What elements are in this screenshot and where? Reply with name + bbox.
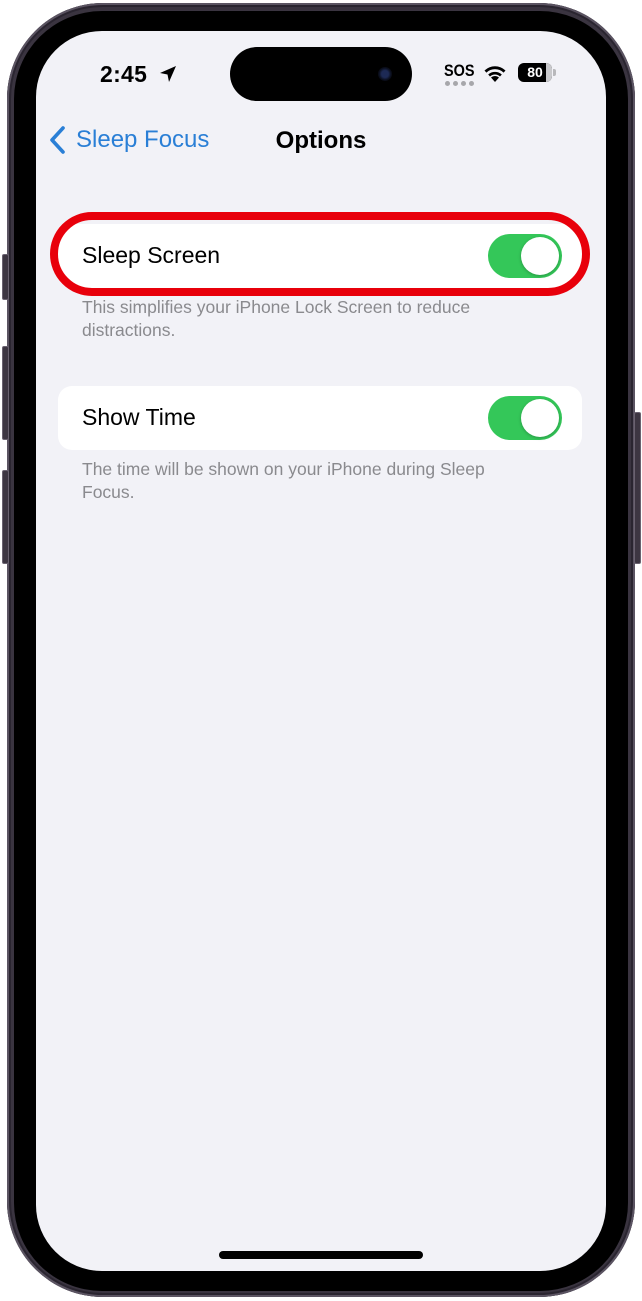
action-button — [2, 254, 9, 300]
show-time-toggle[interactable] — [488, 396, 562, 440]
volume-down-button — [2, 470, 9, 564]
signal-dots — [445, 81, 474, 86]
status-time: 2:45 — [100, 61, 148, 87]
power-button — [634, 412, 641, 564]
show-time-footnote: The time will be shown on your iPhone du… — [82, 459, 485, 502]
screen: 2:45 SOS 80 Sleep Focus Options Sleep Sc… — [36, 31, 606, 1271]
battery-empty-segment — [546, 63, 552, 82]
front-camera — [378, 67, 392, 81]
home-indicator[interactable] — [219, 1251, 423, 1259]
toggle-knob — [521, 399, 559, 437]
volume-up-button — [2, 346, 9, 440]
show-time-label: Show Time — [82, 404, 196, 430]
location-arrow-icon — [160, 66, 176, 82]
battery-percent: 80 — [527, 64, 543, 80]
wifi-icon — [484, 66, 506, 82]
battery-icon: 80 — [518, 63, 556, 82]
sleep-screen-row[interactable]: Sleep Screen — [58, 224, 582, 288]
show-time-row[interactable]: Show Time — [58, 386, 582, 450]
dynamic-island — [230, 47, 412, 101]
sos-indicator: SOS — [444, 61, 475, 80]
toggle-knob — [521, 237, 559, 275]
sleep-screen-footnote: This simplifies your iPhone Lock Screen … — [82, 297, 471, 340]
sleep-screen-toggle[interactable] — [488, 234, 562, 278]
sleep-screen-label: Sleep Screen — [82, 242, 221, 268]
page-title: Options — [275, 127, 367, 154]
